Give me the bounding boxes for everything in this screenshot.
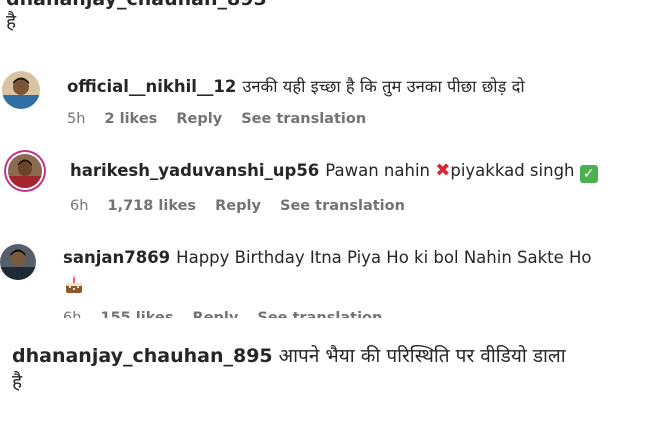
see-translation-button[interactable]: See translation [280, 198, 405, 214]
reply-button[interactable]: Reply [215, 198, 261, 214]
previous-comment-tail: है [6, 11, 17, 33]
user-avatar[interactable] [0, 244, 36, 280]
reply-button[interactable]: Reply [176, 111, 222, 127]
cross-mark-icon: ✖ [435, 160, 451, 181]
reply-likes[interactable]: 2 likes [104, 111, 157, 127]
birthday-cake-icon [66, 274, 82, 293]
previous-comment-line: dhananjay_chauhan_895 [6, 0, 636, 10]
see-translation-button[interactable]: See translation [241, 111, 366, 127]
user-avatar-story[interactable] [8, 154, 42, 188]
reply-time: 5h [67, 111, 86, 127]
reply-time: 6h [70, 198, 89, 214]
comments-scroll-area: dhananjay_chauhan_895 है official__nikhi… [0, 0, 645, 318]
check-mark-icon: ✓ [579, 165, 598, 183]
reply-meta: 5h 2 likes Reply See translation [67, 111, 380, 127]
reply-text-line2 [63, 274, 85, 295]
reply-time: 6h [63, 310, 82, 318]
reply-username[interactable]: sanjan7869 [63, 248, 170, 267]
user-avatar[interactable] [2, 71, 40, 109]
reply-button[interactable]: Reply [193, 310, 239, 318]
reply-text-line: sanjan7869 Happy Birthday Itna Piya Ho ki… [63, 248, 592, 267]
reply-text: उनकी यही इच्छा है कि तुम उनका पीछा छोड़ … [242, 77, 525, 96]
reply-text-line: harikesh_yaduvanshi_up56 Pawan nahin ✖piy… [70, 160, 598, 183]
see-translation-button[interactable]: See translation [257, 310, 382, 318]
avatar-image-icon [8, 154, 42, 188]
reply-meta: 6h 155 likes Reply See translation [63, 310, 396, 318]
reply-text-part: Pawan nahin [325, 161, 430, 180]
comment-username[interactable]: dhananjay_chauhan_895 [6, 0, 267, 10]
comment-text-line: dhananjay_chauhan_895 आपने भैया की परिस्थ… [12, 343, 642, 369]
reply-text-line: official__nikhil__12 उनकी यही इच्छा है कि… [67, 74, 525, 97]
reply-text: Happy Birthday Itna Piya Ho ki bol Nahin… [176, 248, 592, 267]
comment-text: आपने भैया की परिस्थिति पर वीडियो डाला [278, 345, 566, 367]
comment-username[interactable]: dhananjay_chauhan_895 [12, 345, 273, 367]
reply-username[interactable]: official__nikhil__12 [67, 77, 236, 96]
reply-likes[interactable]: 155 likes [100, 310, 173, 318]
reply-meta: 6h 1,718 likes Reply See translation [70, 198, 419, 214]
reply-text-part: piyakkad singh [450, 161, 575, 180]
avatar-image-icon [0, 244, 36, 280]
reply-username[interactable]: harikesh_yaduvanshi_up56 [70, 161, 319, 180]
comment-item: dhananjay_chauhan_895 आपने भैया की परिस्थ… [12, 343, 642, 395]
avatar-image-icon [2, 71, 40, 109]
reply-likes[interactable]: 1,718 likes [107, 198, 196, 214]
comment-text-line2: है [12, 371, 23, 393]
